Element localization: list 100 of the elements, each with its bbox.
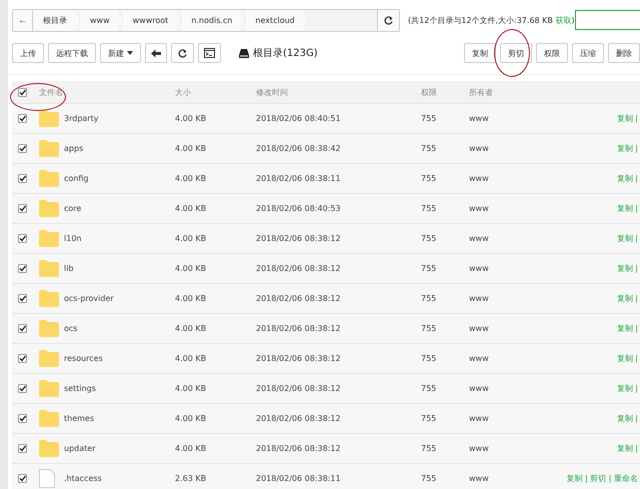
table-cell-text: www [469,444,490,453]
checkbox[interactable] [18,294,27,303]
table-cell-text: www [469,174,490,183]
table-cell-text: www [469,324,490,333]
table-cell-text: 2018/02/06 08:40:51 [256,114,342,123]
table-cell-text: 2018/02/06 08:38:12 [256,264,342,273]
table-cell-text: 755 [421,144,438,153]
file-name[interactable]: updater [64,444,175,453]
table-cell-text: 755 [421,114,438,123]
table-cell-text: 4.00 KB [175,264,208,273]
checkbox[interactable] [18,204,27,213]
table-cell-text: 4.00 KB [175,384,208,393]
breadcrumb-item[interactable]: 根目录 [33,10,80,30]
file-name[interactable]: l10n [64,234,175,243]
table-cell-text: 4.00 KB [175,294,208,303]
table-cell-text: 2018/02/06 08:38:12 [256,444,342,453]
table-cell-text: www [469,114,490,123]
checkbox[interactable] [18,234,27,243]
file-name[interactable]: themes [64,414,175,423]
checkbox[interactable] [18,474,27,483]
terminal-button[interactable] [198,43,221,63]
file-name[interactable]: .htaccess [64,474,175,483]
file-name[interactable]: lib [64,264,175,273]
back-button[interactable] [145,43,167,63]
toolbar-button[interactable]: 上传 [12,43,44,63]
table-cell-text: 4.00 KB [175,354,208,363]
checkbox[interactable] [18,114,27,123]
file-name[interactable]: resources [64,354,175,363]
search-field[interactable] [575,10,640,30]
table-cell-text: www [469,294,490,303]
table-cell-text: 2018/02/06 08:38:11 [256,474,342,483]
folder-icon [39,380,59,397]
folder-icon [39,230,59,247]
table-cell-text: www [469,414,490,423]
table-cell-text: www [469,264,490,273]
new-dropdown-button[interactable]: 新建 [100,43,141,63]
table-cell-text: www [469,474,490,483]
table-cell-text: 755 [421,414,438,423]
table-cell-text: www [469,204,490,213]
folder-icon [39,410,59,427]
table-cell-text: 755 [421,174,438,183]
file-name[interactable]: settings [64,384,175,393]
toolbar-button[interactable]: 剪切 [500,43,532,63]
toolbar-button[interactable]: 压缩 [572,43,604,63]
checkbox[interactable] [18,414,27,423]
directory-summary: (共12个目录与12个文件,大小:37.68 KB 获取) [408,14,575,26]
checkbox[interactable] [18,354,27,363]
breadcrumb-item[interactable]: nextcloud [245,10,308,30]
table-cell-text: 755 [421,264,438,273]
breadcrumb-item[interactable]: wwwroot [122,10,182,30]
toolbar-button[interactable]: 权限 [536,43,568,63]
folder-icon [39,140,59,157]
breadcrumb-item[interactable]: www [80,10,123,30]
refresh-icon [383,14,394,26]
checkbox[interactable] [18,444,27,453]
toolbar-button[interactable]: 删除 [608,43,640,63]
checkbox[interactable] [18,174,27,183]
toolbar-button[interactable]: 远程下载 [48,43,96,63]
table-cell-text: 755 [421,354,438,363]
file-name[interactable]: 3rdparty [64,114,175,123]
file-name[interactable]: ocs-provider [64,294,175,303]
checkbox[interactable] [18,324,27,333]
terminal-icon [204,48,215,58]
checkbox[interactable] [18,88,27,96]
folder-icon [39,260,59,277]
table-cell-text: 2018/02/06 08:40:53 [256,204,342,213]
checkbox[interactable] [18,384,27,393]
table-cell-text: 755 [421,294,438,303]
refresh-button[interactable] [171,43,194,63]
table-cell-text: 755 [421,384,438,393]
table-cell-text: 2018/02/06 08:38:12 [256,414,342,423]
table-cell-text: 4.00 KB [175,144,208,153]
table-cell-text: 2018/02/06 08:38:12 [256,354,342,363]
table-cell-text: 4.00 KB [175,204,208,213]
table-cell-text: 2018/02/06 08:38:12 [256,324,342,333]
refresh-button[interactable] [377,10,399,30]
table-cell-text: 2018/02/06 08:38:11 [256,174,342,183]
folder-icon [39,290,59,307]
table-cell-text: 755 [421,474,438,483]
toolbar-button[interactable]: 复制 [464,43,496,63]
folder-icon [39,110,59,127]
table-cell-text: 755 [421,444,438,453]
table-cell-text: 4.00 KB [175,114,208,123]
table-cell-text: www [469,234,490,243]
back-button[interactable]: ← [13,10,33,30]
table-cell-text: 2018/02/06 08:38:12 [256,384,342,393]
folder-icon [39,170,59,187]
table-cell-text: 4.00 KB [175,174,208,183]
table-cell-text: 755 [421,324,438,333]
disk-label: 根目录(123G) [253,46,318,60]
file-name[interactable]: core [64,204,175,213]
checkbox[interactable] [18,144,27,153]
file-name[interactable]: ocs [64,324,175,333]
breadcrumb-item[interactable]: n.nodis.cn [181,10,246,30]
file-name[interactable]: apps [64,144,175,153]
table-cell-text: 4.00 KB [175,444,208,453]
file-name[interactable]: config [64,174,175,183]
checkbox[interactable] [18,264,27,273]
table-cell-text: 4.00 KB [175,324,208,333]
table-cell-text: www [469,354,490,363]
